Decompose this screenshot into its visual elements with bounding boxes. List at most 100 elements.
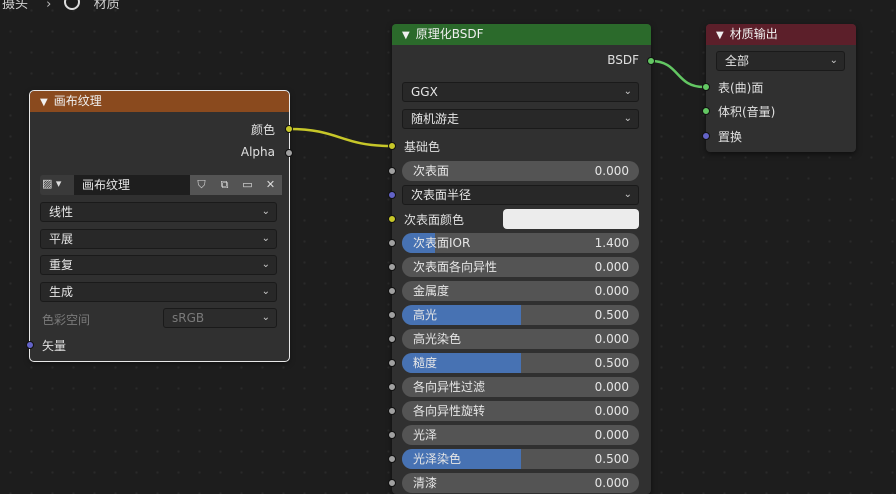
- slider-label: 糙度: [413, 356, 438, 370]
- subsurface-label: 次表面: [413, 164, 450, 178]
- extension-dropdown[interactable]: 重复 ⌄: [40, 255, 277, 275]
- slider-value: 1.400: [594, 236, 629, 250]
- source-dropdown[interactable]: 生成 ⌄: [40, 282, 277, 302]
- vector-input-socket[interactable]: [26, 341, 34, 349]
- projection-dropdown[interactable]: 平展 ⌄: [40, 229, 277, 249]
- slider-label: 金属度: [413, 284, 450, 298]
- slider-field[interactable]: 清漆 0.000: [402, 473, 639, 493]
- target-value: 全部: [725, 54, 750, 68]
- slider-field[interactable]: 金属度 0.000: [402, 281, 639, 301]
- displacement-socket[interactable]: [702, 132, 710, 140]
- input-socket[interactable]: [388, 263, 396, 271]
- input-socket[interactable]: [388, 335, 396, 343]
- distribution-dropdown[interactable]: GGX ⌄: [402, 82, 639, 102]
- input-socket[interactable]: [388, 431, 396, 439]
- subsurface-method-dropdown[interactable]: 随机游走 ⌄: [402, 109, 639, 129]
- image-texture-node[interactable]: ▼ 画布纹理 颜色 Alpha ▨ ▾ 画布纹理 ⛉ ⧉ ▭ ✕ 线性 ⌄ 平展 ⌄ …: [26, 90, 293, 362]
- displacement-label: 置换: [718, 130, 743, 144]
- slider-field[interactable]: 光泽染色 0.500: [402, 449, 639, 469]
- output-header[interactable]: ▼ 材质输出: [706, 24, 856, 45]
- slider-label: 光泽染色: [413, 452, 462, 466]
- slider-value: 0.500: [594, 356, 629, 370]
- projection-value: 平展: [49, 232, 74, 246]
- source-value: 生成: [49, 285, 74, 299]
- colorspace-value: sRGB: [172, 311, 205, 325]
- node-title: 材质输出: [729, 27, 778, 41]
- chevron-down-icon: ⌄: [623, 113, 632, 124]
- chevron-down-icon: ⌄: [261, 233, 270, 244]
- slider-field[interactable]: 各向异性过滤 0.000: [402, 377, 639, 397]
- slider-label: 高光染色: [413, 332, 462, 346]
- slider-field[interactable]: 糙度 0.500: [402, 353, 639, 373]
- subsurface-color-label: 次表面颜色: [404, 213, 465, 227]
- slider-field[interactable]: 次表面各向异性 0.000: [402, 257, 639, 277]
- unlink-icon[interactable]: ✕: [259, 175, 282, 195]
- input-socket[interactable]: [388, 479, 396, 487]
- slider-label: 高光: [413, 308, 438, 322]
- surface-socket[interactable]: [702, 83, 710, 91]
- input-socket[interactable]: [388, 239, 396, 247]
- slider-field[interactable]: 高光染色 0.000: [402, 329, 639, 349]
- input-socket[interactable]: [388, 383, 396, 391]
- bsdf-header[interactable]: ▼ 原理化BSDF: [392, 24, 651, 45]
- slider-label: 光泽: [413, 428, 438, 442]
- bsdf-output-socket[interactable]: [647, 57, 655, 65]
- image-browse-icon[interactable]: ▨ ▾: [42, 177, 74, 193]
- collapse-icon[interactable]: ▼: [40, 92, 48, 113]
- new-image-icon[interactable]: ⧉: [213, 175, 236, 195]
- volume-socket[interactable]: [702, 107, 710, 115]
- slider-value: 0.000: [594, 332, 629, 346]
- target-dropdown[interactable]: 全部 ⌄: [716, 51, 845, 71]
- output-color-label: 颜色: [250, 123, 275, 137]
- chevron-down-icon: ⌄: [623, 86, 632, 97]
- collapse-icon[interactable]: ▼: [716, 25, 724, 46]
- link-bsdf-to-surface: [650, 59, 705, 89]
- subsurface-socket[interactable]: [388, 167, 396, 175]
- base-color-label: 基础色: [404, 140, 441, 154]
- image-texture-header[interactable]: ▼ 画布纹理: [30, 91, 289, 112]
- image-name-field[interactable]: 画布纹理: [74, 175, 190, 195]
- link-color-to-basecolor: [288, 127, 393, 148]
- colorspace-dropdown: sRGB ⌄: [163, 308, 277, 328]
- output-alpha-socket[interactable]: [285, 149, 293, 157]
- collapse-icon[interactable]: ▼: [402, 25, 410, 46]
- distribution-value: GGX: [411, 85, 438, 99]
- interpolation-value: 线性: [49, 205, 74, 219]
- slider-field[interactable]: 各向异性旋转 0.000: [402, 401, 639, 421]
- base-color-socket[interactable]: [388, 142, 396, 150]
- slider-field[interactable]: 光泽 0.000: [402, 425, 639, 445]
- slider-value: 0.000: [594, 380, 629, 394]
- chevron-down-icon: ⌄: [623, 189, 632, 200]
- output-color-socket[interactable]: [285, 125, 293, 133]
- subsurface-radius-socket[interactable]: [388, 191, 396, 199]
- slider-value: 0.000: [594, 284, 629, 298]
- input-socket[interactable]: [388, 311, 396, 319]
- slider-label: 次表面IOR: [413, 236, 471, 250]
- fake-user-icon[interactable]: ⛉: [190, 175, 213, 195]
- input-socket[interactable]: [388, 455, 396, 463]
- principled-bsdf-node[interactable]: ▼ 原理化BSDF BSDF GGX ⌄ 随机游走 ⌄ 基础色 次表面 0.000 次…: [388, 24, 655, 494]
- node-title: 原理化BSDF: [415, 27, 484, 41]
- extension-value: 重复: [49, 258, 74, 272]
- input-socket[interactable]: [388, 407, 396, 415]
- slider-label: 各向异性过滤: [413, 380, 486, 394]
- subsurface-color-swatch[interactable]: [503, 209, 639, 229]
- subsurface-field[interactable]: 次表面 0.000: [402, 161, 639, 181]
- slider-value: 0.000: [594, 260, 629, 274]
- chevron-down-icon: ⌄: [261, 286, 270, 297]
- slider-field[interactable]: 次表面IOR 1.400: [402, 233, 639, 253]
- slider-label: 清漆: [413, 476, 438, 490]
- slider-value: 0.500: [594, 452, 629, 466]
- chevron-down-icon: ⌄: [261, 312, 270, 323]
- output-alpha-label: Alpha: [240, 145, 275, 159]
- material-output-node[interactable]: ▼ 材质输出 全部 ⌄ 表(曲)面 体积(音量) 置换: [702, 24, 856, 152]
- input-socket[interactable]: [388, 287, 396, 295]
- interpolation-dropdown[interactable]: 线性 ⌄: [40, 202, 277, 222]
- volume-label: 体积(音量): [718, 105, 776, 119]
- subsurface-color-socket[interactable]: [388, 215, 396, 223]
- vector-label: 矢量: [42, 339, 67, 353]
- slider-field[interactable]: 高光 0.500: [402, 305, 639, 325]
- subsurface-radius-dropdown[interactable]: 次表面半径 ⌄: [402, 185, 639, 205]
- input-socket[interactable]: [388, 359, 396, 367]
- open-image-icon[interactable]: ▭: [236, 175, 259, 195]
